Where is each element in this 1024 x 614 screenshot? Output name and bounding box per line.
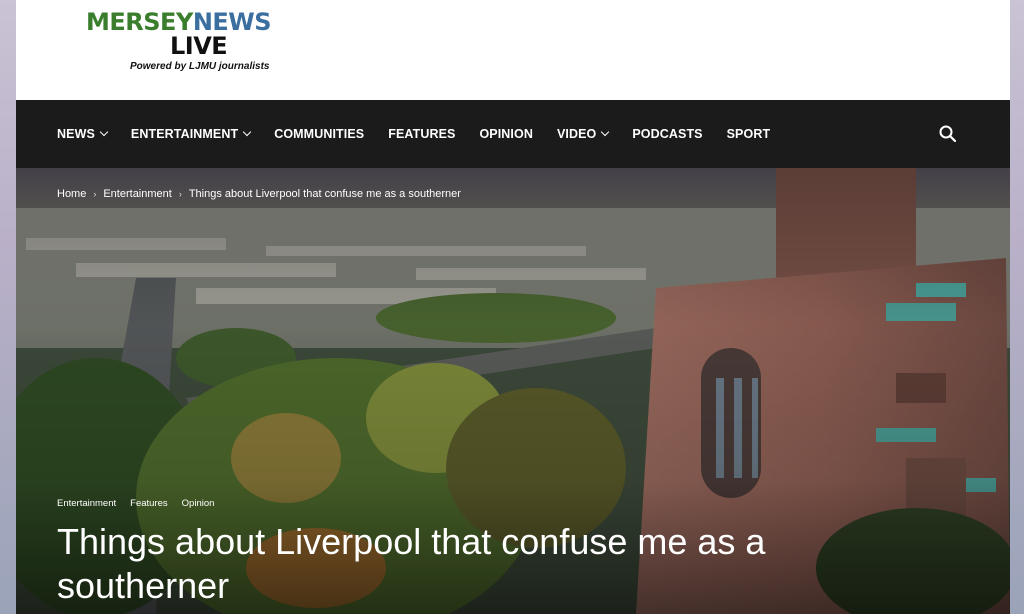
nav-item-podcasts[interactable]: PODCASTS [632, 127, 702, 141]
breadcrumb-current: Things about Liverpool that confuse me a… [188, 188, 461, 200]
site-logo[interactable]: MERSEYNEWS LIVE Powered by LJMU journali… [86, 8, 336, 78]
breadcrumb-separator: › [93, 189, 97, 199]
logo-tagline: Powered by LJMU journalists [130, 61, 270, 72]
breadcrumb-entertainment[interactable]: Entertainment [103, 188, 171, 200]
breadcrumb-separator: › [178, 189, 182, 199]
article-tags: Entertainment Features Opinion [57, 498, 228, 509]
article-title: Things about Liverpool that confuse me a… [57, 521, 766, 606]
tag-features[interactable]: Features [130, 498, 168, 509]
nav-item-entertainment[interactable]: ENTERTAINMENT [130, 127, 252, 141]
nav-item-news[interactable]: NEWS [57, 127, 109, 141]
nav-item-video[interactable]: VIDEO [556, 127, 610, 141]
nav-item-features[interactable]: FEATURES [388, 127, 455, 141]
search-icon [939, 125, 957, 143]
search-button[interactable] [938, 124, 958, 144]
chevron-down-icon [242, 127, 252, 137]
nav-item-label: SPORT [726, 127, 771, 141]
chevron-down-icon [601, 127, 610, 137]
nav-item-label: COMMUNITIES [274, 127, 365, 141]
nav-item-communities[interactable]: COMMUNITIES [274, 127, 364, 141]
page: MERSEYNEWS LIVE Powered by LJMU journali… [16, 0, 1010, 614]
nav-item-label: VIDEO [556, 127, 597, 141]
main-navigation: NEWS ENTERTAINMENT COMMUNITIES FEATURES … [16, 100, 1010, 168]
breadcrumb: Home › Entertainment › Things about Live… [57, 188, 461, 200]
nav-item-opinion[interactable]: OPINION [479, 127, 532, 141]
breadcrumb-home[interactable]: Home [57, 188, 86, 200]
article-hero: Home › Entertainment › Things about Live… [16, 168, 1010, 614]
tag-entertainment[interactable]: Entertainment [57, 498, 116, 509]
masthead: MERSEYNEWS LIVE Powered by LJMU journali… [16, 0, 1010, 100]
nav-item-label: PODCASTS [632, 127, 703, 141]
nav-menu: NEWS ENTERTAINMENT COMMUNITIES FEATURES … [57, 100, 794, 168]
nav-item-label: ENTERTAINMENT [130, 127, 239, 141]
tag-opinion[interactable]: Opinion [182, 498, 215, 509]
logo-word-live: LIVE [170, 32, 228, 60]
nav-item-label: NEWS [57, 127, 95, 141]
nav-item-label: FEATURES [388, 127, 456, 141]
nav-item-sport[interactable]: SPORT [727, 127, 771, 141]
chevron-down-icon [99, 127, 109, 137]
nav-item-label: OPINION [479, 127, 533, 141]
